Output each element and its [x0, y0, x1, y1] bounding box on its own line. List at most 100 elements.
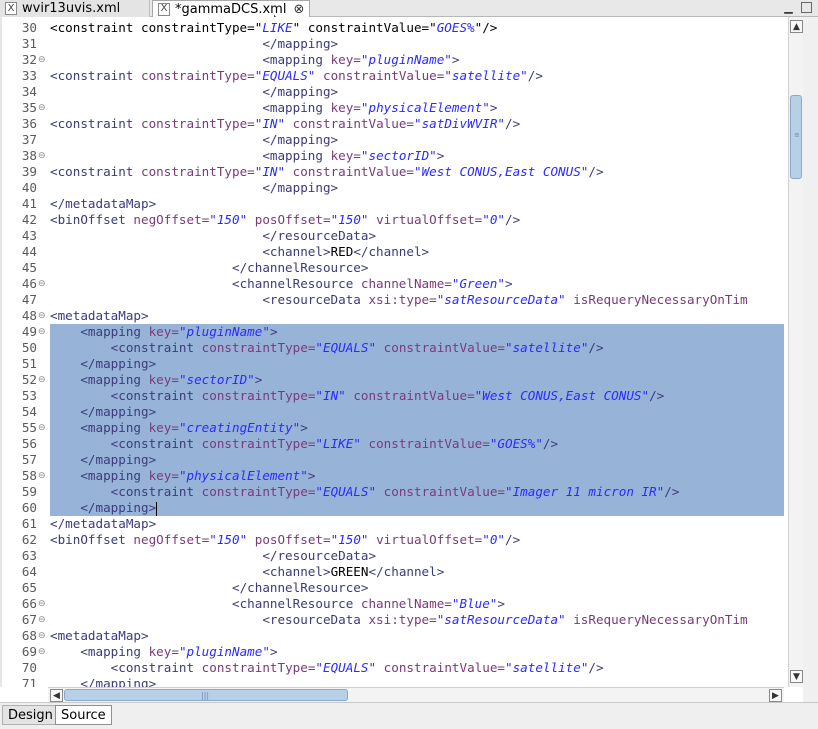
- code-line[interactable]: 71 </mapping>: [0, 676, 788, 687]
- code-line[interactable]: 54 </mapping>: [0, 404, 788, 420]
- code-line[interactable]: 43 </resourceData>: [0, 228, 788, 244]
- code-line[interactable]: 63 </resourceData>: [0, 548, 788, 564]
- tab-gammadcs[interactable]: X *gammaDCS.xml ⊗: [152, 0, 310, 17]
- code-line[interactable]: 37 </mapping>: [0, 132, 788, 148]
- fold-toggle-icon[interactable]: ⊖: [38, 420, 47, 436]
- code-line[interactable]: 34 </mapping>: [0, 84, 788, 100]
- horizontal-scroll-thumb[interactable]: |||: [64, 689, 348, 701]
- tab-design[interactable]: Design: [2, 705, 59, 725]
- fold-toggle-icon[interactable]: ⊖: [38, 308, 47, 324]
- code-line[interactable]: 69 ⊖ <mapping key="pluginName">: [0, 644, 788, 660]
- close-icon[interactable]: ⊗: [293, 2, 304, 17]
- scroll-up-icon[interactable]: ▲: [790, 20, 803, 33]
- vertical-scrollbar[interactable]: ▲ ≡ ▼: [788, 17, 803, 687]
- code-token: virtualOffset=: [376, 532, 483, 547]
- code-line[interactable]: 65 </channelResource>: [0, 580, 788, 596]
- fold-toggle-icon[interactable]: ⊖: [38, 52, 47, 68]
- fold-toggle-icon[interactable]: ⊖: [38, 596, 47, 612]
- code-text: <channelResource channelName="Green">: [50, 276, 513, 292]
- code-line[interactable]: 36 <constraint constraintType="IN" constr…: [0, 116, 788, 132]
- tab-wvir13uvis[interactable]: X wvir13uvis.xml: [0, 0, 150, 17]
- code-line[interactable]: 64 <channel>GREEN</channel>: [0, 564, 788, 580]
- line-number: 45: [21, 260, 37, 275]
- editor-tab-bar: X wvir13uvis.xml X *gammaDCS.xml ⊗ ▁: [0, 0, 818, 17]
- code-line[interactable]: 41 </metadataMap>: [0, 196, 788, 212]
- line-number: 37: [21, 132, 37, 147]
- code-line[interactable]: 50 <constraint constraintType="EQUALS" c…: [0, 340, 788, 356]
- code-token: >: [269, 644, 278, 659]
- code-line[interactable]: 33 <constraint constraintType="EQUALS" co…: [0, 68, 788, 84]
- code-token: >: [504, 276, 513, 291]
- maximize-icon[interactable]: [801, 2, 812, 13]
- code-token: channelName=: [360, 276, 452, 291]
- code-line[interactable]: 44 <channel>RED</channel>: [0, 244, 788, 260]
- code-line[interactable]: 49 ⊖ <mapping key="pluginName">: [0, 324, 788, 340]
- code-line[interactable]: 70 <constraint constraintType="EQUALS" c…: [0, 660, 788, 676]
- minimize-icon[interactable]: ▁: [782, 1, 795, 14]
- code-line[interactable]: 60 </mapping>: [0, 500, 788, 516]
- code-token: </mapping>: [80, 676, 157, 687]
- code-line[interactable]: 40 </mapping>: [0, 180, 788, 196]
- code-text: </resourceData>: [50, 548, 376, 564]
- code-line[interactable]: 35 ⊖ <mapping key="physicalElement">: [0, 100, 788, 116]
- code-token: />: [588, 660, 604, 675]
- scroll-down-icon[interactable]: ▼: [790, 670, 803, 683]
- code-line[interactable]: 59 <constraint constraintType="EQUALS" c…: [0, 484, 788, 500]
- code-token: <constraint: [50, 68, 141, 83]
- vertical-scroll-thumb[interactable]: ≡: [790, 95, 802, 179]
- fold-toggle-icon[interactable]: ⊖: [38, 612, 47, 628]
- fold-toggle-icon[interactable]: ⊖: [38, 100, 47, 116]
- code-line[interactable]: 55 ⊖ <mapping key="creatingEntity">: [0, 420, 788, 436]
- code-token: "EQUALS": [315, 340, 377, 355]
- fold-toggle-icon[interactable]: ⊖: [38, 644, 47, 660]
- code-line[interactable]: 66 ⊖ <channelResource channelName="Blue">: [0, 596, 788, 612]
- code-line[interactable]: 42 <binOffset negOffset="150" posOffset="…: [0, 212, 788, 228]
- code-token: >: [300, 420, 308, 435]
- code-line[interactable]: 47 <resourceData xsi:type="satResourceDa…: [0, 292, 788, 308]
- code-token: "creatingEntity": [178, 420, 301, 435]
- scroll-right-icon[interactable]: ▶: [769, 689, 782, 702]
- code-line[interactable]: 45 </channelResource>: [0, 260, 788, 276]
- code-line[interactable]: 61 </metadataMap>: [0, 516, 788, 532]
- code-token: "physicalElement": [360, 100, 490, 115]
- code-token: constraintValue=: [383, 340, 505, 355]
- code-line[interactable]: 56 <constraint constraintType="LIKE" con…: [0, 436, 788, 452]
- code-line[interactable]: 62 <binOffset negOffset="150" posOffset="…: [0, 532, 788, 548]
- code-line[interactable]: 39 <constraint constraintType="IN" constr…: [0, 164, 788, 180]
- fold-toggle-icon[interactable]: ⊖: [38, 468, 47, 484]
- code-line[interactable]: 67 ⊖ <resourceData xsi:type="satResourceD…: [0, 612, 788, 628]
- code-line[interactable]: 58 ⊖ <mapping key="physicalElement">: [0, 468, 788, 484]
- code-text: </mapping>: [50, 180, 338, 196]
- fold-toggle-icon[interactable]: ⊖: [38, 324, 47, 340]
- code-token: />: [527, 68, 543, 83]
- code-line[interactable]: 57 </mapping>: [0, 452, 788, 468]
- code-line[interactable]: 31 </mapping>: [0, 36, 788, 52]
- fold-toggle-icon[interactable]: ⊖: [38, 148, 47, 164]
- xml-source-editor[interactable]: 30 <constraint constraintType="LIKE" cons…: [0, 17, 788, 687]
- code-line[interactable]: 51 </mapping>: [0, 356, 788, 372]
- scroll-left-icon[interactable]: ◀: [50, 689, 63, 702]
- code-line[interactable]: 38 ⊖ <mapping key="sectorID">: [0, 148, 788, 164]
- fold-toggle-icon[interactable]: ⊖: [38, 276, 47, 292]
- code-line[interactable]: 30 <constraint constraintType="LIKE" cons…: [0, 20, 788, 36]
- code-line[interactable]: 68 ⊖ <metadataMap>: [0, 628, 788, 644]
- code-line[interactable]: 53 <constraint constraintType="IN" const…: [0, 388, 788, 404]
- code-token: <channelResource: [231, 596, 361, 611]
- fold-toggle-icon[interactable]: ⊖: [38, 628, 47, 644]
- code-line[interactable]: 46 ⊖ <channelResource channelName="Green"…: [0, 276, 788, 292]
- code-token: negOffset=: [133, 532, 210, 547]
- code-line[interactable]: 52 ⊖ <mapping key="sectorID">: [0, 372, 788, 388]
- horizontal-scrollbar[interactable]: ◀ ||| ▶: [48, 687, 784, 702]
- tab-source[interactable]: Source: [55, 705, 112, 725]
- code-line[interactable]: 48 ⊖ <metadataMap>: [0, 308, 788, 324]
- fold-toggle-icon[interactable]: ⊖: [38, 372, 47, 388]
- code-line[interactable]: 32 ⊖ <mapping key="pluginName">: [0, 52, 788, 68]
